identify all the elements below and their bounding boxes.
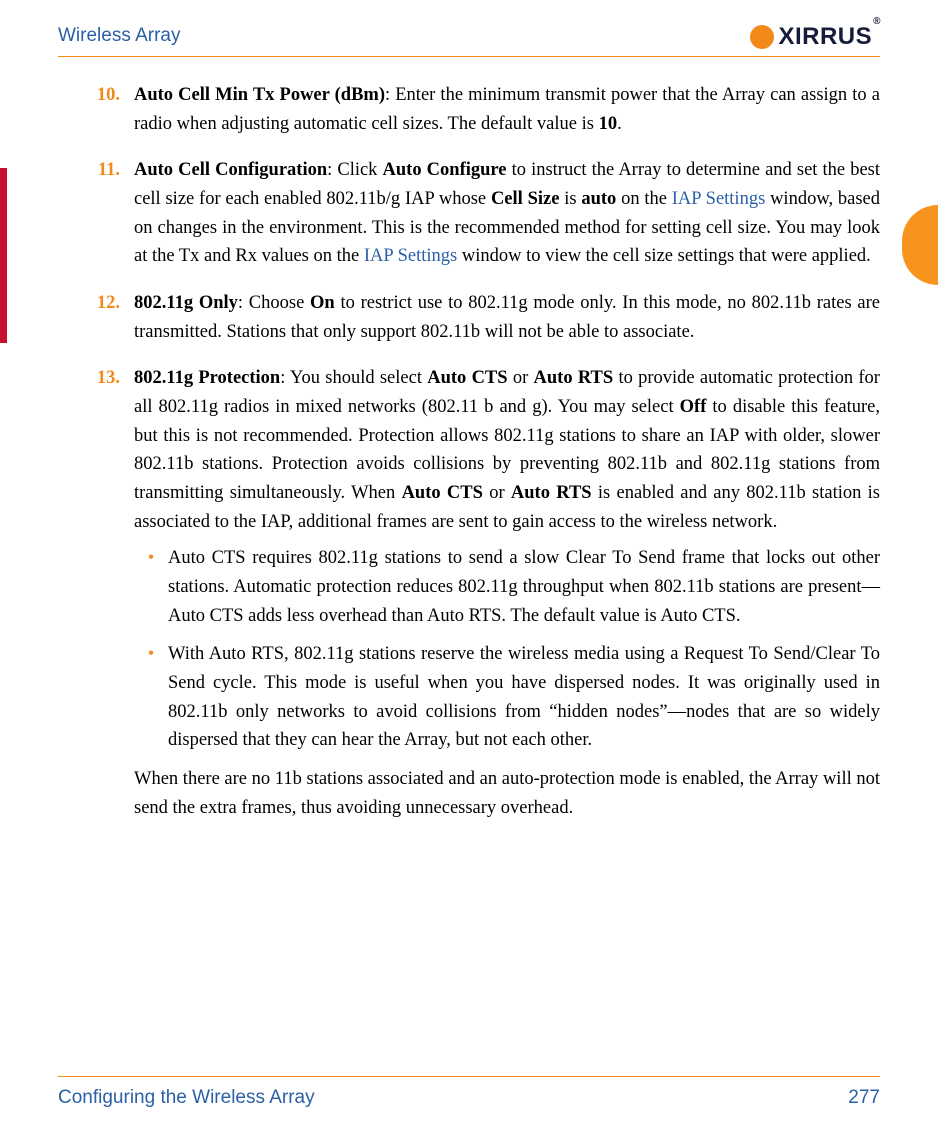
content: 10. Auto Cell Min Tx Power (dBm): Enter …	[58, 81, 880, 822]
item-body: Auto Cell Min Tx Power (dBm): Enter the …	[134, 81, 880, 138]
item-number: 13.	[58, 364, 134, 822]
item-trailer: When there are no 11b stations associate…	[134, 765, 880, 822]
item-body: Auto Cell Configuration: Click Auto Conf…	[134, 156, 880, 271]
header-title: Wireless Array	[58, 25, 180, 47]
item-body: 802.11g Only: Choose On to restrict use …	[134, 289, 880, 346]
footer-section: Configuring the Wireless Array	[58, 1087, 315, 1109]
list-item-13: 13. 802.11g Protection: You should selec…	[58, 364, 880, 822]
bullet-item: • With Auto RTS, 802.11g stations reserv…	[134, 640, 880, 755]
item-text: : Choose On to restrict use to 802.11g m…	[134, 293, 880, 342]
logo-text: XIRRUS®	[778, 23, 880, 51]
logo-letters: XIRRUS	[778, 23, 872, 50]
page-footer: Configuring the Wireless Array 277	[58, 1076, 880, 1109]
bullet-text: Auto CTS requires 802.11g stations to se…	[168, 544, 880, 630]
page-header: Wireless Array XIRRUS®	[58, 22, 880, 57]
bullet-text: With Auto RTS, 802.11g stations reserve …	[168, 640, 880, 755]
list-item-11: 11. Auto Cell Configuration: Click Auto …	[58, 156, 880, 271]
page: Wireless Array XIRRUS® 10. Auto Cell Min…	[0, 0, 938, 1137]
item-text: : You should select Auto CTS or Auto RTS…	[134, 368, 880, 531]
item-lead: Auto Cell Min Tx Power (dBm)	[134, 85, 385, 105]
item-body: 802.11g Protection: You should select Au…	[134, 364, 880, 822]
bullet-item: • Auto CTS requires 802.11g stations to …	[134, 544, 880, 630]
item-number: 12.	[58, 289, 134, 346]
item-number: 10.	[58, 81, 134, 138]
logo: XIRRUS®	[750, 22, 880, 50]
logo-registered: ®	[873, 16, 881, 27]
item-number: 11.	[58, 156, 134, 271]
logo-dot-icon	[750, 25, 774, 49]
bullet-icon: •	[134, 640, 168, 755]
page-tab	[902, 205, 938, 285]
list-item-10: 10. Auto Cell Min Tx Power (dBm): Enter …	[58, 81, 880, 138]
footer-page-number: 277	[848, 1087, 880, 1109]
item-lead: 802.11g Protection	[134, 368, 280, 388]
item-lead: 802.11g Only	[134, 293, 238, 313]
bullet-icon: •	[134, 544, 168, 630]
change-bar	[0, 168, 7, 343]
item-lead: Auto Cell Configuration	[134, 160, 327, 180]
sub-bullets: • Auto CTS requires 802.11g stations to …	[134, 544, 880, 755]
list-item-12: 12. 802.11g Only: Choose On to restrict …	[58, 289, 880, 346]
